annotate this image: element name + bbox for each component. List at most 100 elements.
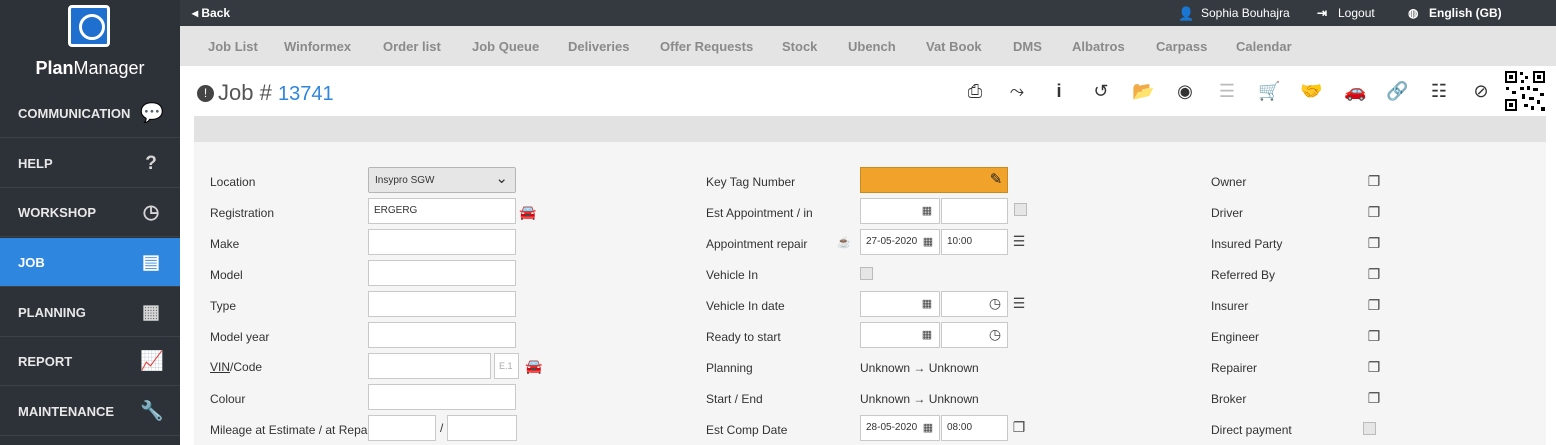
location-select[interactable]: Insypro SGW (368, 167, 516, 193)
tab-calendar[interactable]: Calendar (1236, 39, 1292, 54)
copy-icon[interactable]: ❐ (1366, 235, 1382, 251)
nav-workshop[interactable]: WORKSHOP ◷ (0, 188, 180, 237)
tab-albatros[interactable]: Albatros (1072, 39, 1125, 54)
nav-label: WORKSHOP (18, 204, 96, 220)
logout-link[interactable]: Logout (1338, 6, 1375, 20)
nav-label: COMMUNICATION (18, 105, 131, 121)
list-icon[interactable]: ☰ (1011, 233, 1027, 249)
vehicle-in-time[interactable]: ◷ (941, 291, 1008, 317)
key-tag-label: Key Tag Number (706, 175, 796, 189)
logout-icon: ⇥ (1317, 6, 1328, 20)
link-icon[interactable]: 🔗 (1386, 80, 1408, 102)
chart-icon: 📈 (140, 351, 164, 372)
est-appointment-in[interactable] (941, 198, 1008, 224)
ready-to-start-date[interactable]: ▦ (860, 322, 940, 348)
list-icon[interactable]: ☰ (1011, 295, 1027, 311)
qr-code-icon[interactable] (1504, 70, 1546, 112)
car-crash-icon[interactable]: 🚗 (1344, 80, 1366, 102)
copy-icon[interactable]: ❐ (1366, 173, 1382, 189)
nav-job[interactable]: JOB ▤ (0, 238, 180, 287)
ban-icon[interactable]: ⊘ (1470, 80, 1492, 102)
nav-maintenance[interactable]: MAINTENANCE 🔧 (0, 387, 180, 436)
appointment-repair-time[interactable]: 10:00 (941, 229, 1008, 255)
planning-value: Unknown → Unknown (860, 361, 979, 375)
type-input[interactable] (368, 291, 516, 317)
registration-label: Registration (210, 206, 275, 220)
copy-icon[interactable]: ❐ (1366, 359, 1382, 375)
user-name[interactable]: Sophia Bouhajra (1201, 6, 1290, 20)
tab-job-list[interactable]: Job List (208, 39, 258, 54)
make-input[interactable] (368, 229, 516, 255)
cart-icon[interactable]: 🛒 (1258, 80, 1280, 102)
tab-vat-book[interactable]: Vat Book (926, 39, 982, 54)
ready-to-start-time[interactable]: ◷ (941, 322, 1008, 348)
nav-report[interactable]: REPORT 📈 (0, 337, 180, 386)
copy-icon[interactable]: ❐ (1366, 328, 1382, 344)
copy-icon[interactable]: ❐ (1366, 390, 1382, 406)
est-comp-time[interactable]: 08:00 (941, 415, 1008, 441)
tab-dms[interactable]: DMS (1013, 39, 1042, 54)
car-icon[interactable]: 🚘 (525, 358, 542, 374)
est-appointment-checkbox[interactable] (1014, 203, 1027, 216)
edit-icon[interactable]: ✎ (988, 172, 1004, 188)
calendar-icon[interactable]: ▦ (919, 203, 935, 219)
tab-stock[interactable]: Stock (782, 39, 817, 54)
back-link[interactable]: ◂ Back (192, 6, 230, 20)
nav-label: MAINTENANCE (18, 403, 115, 419)
tab-winformex[interactable]: Winformex (284, 39, 351, 54)
nav-help[interactable]: HELP? (0, 139, 180, 188)
calendar-icon[interactable]: ▦ (919, 296, 935, 312)
calendar-icon[interactable]: ▦ (920, 234, 936, 250)
mileage-repair-input[interactable] (447, 415, 517, 441)
registration-input[interactable]: ERGERG (368, 198, 516, 224)
vehicle-in-checkbox[interactable] (860, 267, 873, 280)
nav-planning[interactable]: PLANNING ▦ (0, 288, 180, 337)
driver-label: Driver (1211, 206, 1243, 220)
nav-communication[interactable]: COMMUNICATION 💬 (0, 89, 180, 138)
vehicle-in-date-label: Vehicle In date (706, 299, 785, 313)
copy-icon[interactable]: ❐ (1366, 297, 1382, 313)
clock-icon[interactable]: ◷ (987, 295, 1003, 311)
handshake-icon[interactable]: 🤝 (1300, 80, 1322, 102)
tab-offer-requests[interactable]: Offer Requests (660, 39, 753, 54)
route-icon[interactable]: ⤳ (1006, 80, 1028, 102)
folder-icon[interactable]: 📂 (1132, 80, 1154, 102)
checklist-icon: ☰ (1218, 81, 1236, 101)
clock-icon[interactable]: ◷ (987, 326, 1003, 342)
colour-input[interactable] (368, 384, 516, 410)
history-icon[interactable]: ↺ (1090, 80, 1112, 102)
model-year-input[interactable] (368, 322, 516, 348)
language-selector[interactable]: English (GB) (1429, 6, 1502, 20)
tab-job-queue[interactable]: Job Queue (472, 39, 539, 54)
tab-deliveries[interactable]: Deliveries (568, 39, 629, 54)
direct-payment-checkbox[interactable] (1363, 422, 1376, 435)
tab-carpass[interactable]: Carpass (1156, 39, 1207, 54)
car-icon[interactable]: 🚘 (519, 204, 536, 220)
sliders-icon[interactable]: ☷ (1428, 80, 1450, 102)
vin-abbr: VIN (210, 360, 231, 374)
info-icon[interactable]: i (1048, 80, 1070, 102)
copy-icon[interactable]: ❐ (1366, 266, 1382, 282)
vin-code-input[interactable]: E.1 (494, 353, 519, 379)
tab-ubench[interactable]: Ubench (848, 39, 896, 54)
copy-icon[interactable]: ❐ (1366, 204, 1382, 220)
print-icon[interactable]: ⎙ (964, 80, 986, 102)
key-tag-field[interactable]: ✎ (860, 167, 1008, 193)
copy-icon[interactable]: ❐ (1011, 419, 1027, 435)
vehicle-in-date[interactable]: ▦ (860, 291, 940, 317)
mileage-estimate-input[interactable] (368, 415, 436, 441)
chat-icon: 💬 (140, 103, 164, 124)
calendar-icon: ▦ (142, 302, 160, 323)
podcast-icon[interactable]: ◉ (1174, 80, 1196, 102)
calendar-icon[interactable]: ▦ (919, 327, 935, 343)
alert-icon[interactable]: ! (197, 85, 214, 102)
mileage-separator: / (440, 421, 444, 435)
vin-input[interactable] (368, 353, 491, 379)
app-logo[interactable]: PlanManager (0, 0, 180, 88)
est-appointment-date[interactable]: ▦ (860, 198, 940, 224)
nav-label: REPORT (18, 353, 73, 369)
wrench-icon: 🔧 (140, 401, 164, 422)
calendar-icon[interactable]: ▦ (920, 420, 936, 436)
model-input[interactable] (368, 260, 516, 286)
tab-order-list[interactable]: Order list (383, 39, 441, 54)
